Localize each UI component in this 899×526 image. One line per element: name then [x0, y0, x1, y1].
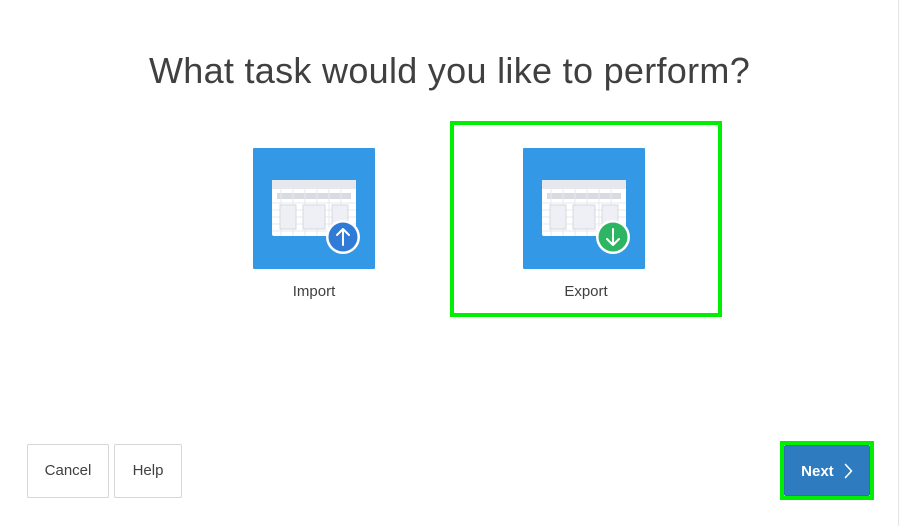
next-button-highlight: Next: [780, 441, 874, 500]
cancel-button[interactable]: Cancel: [27, 444, 109, 498]
task-option-export[interactable]: Export: [450, 121, 722, 317]
wizard-page: What task would you like to perform? Imp…: [0, 0, 899, 526]
import-label: Import: [292, 283, 336, 300]
chevron-right-icon: [844, 463, 853, 479]
table-download-icon: [542, 180, 630, 254]
import-tile[interactable]: [253, 148, 375, 269]
export-label: Export: [564, 283, 608, 300]
page-title: What task would you like to perform?: [148, 50, 751, 91]
export-tile[interactable]: [523, 148, 645, 269]
help-button[interactable]: Help: [114, 444, 182, 498]
task-option-import[interactable]: Import: [178, 122, 450, 318]
table-upload-icon: [272, 180, 360, 254]
next-button-label: Next: [801, 462, 834, 480]
next-button[interactable]: Next: [784, 445, 870, 496]
